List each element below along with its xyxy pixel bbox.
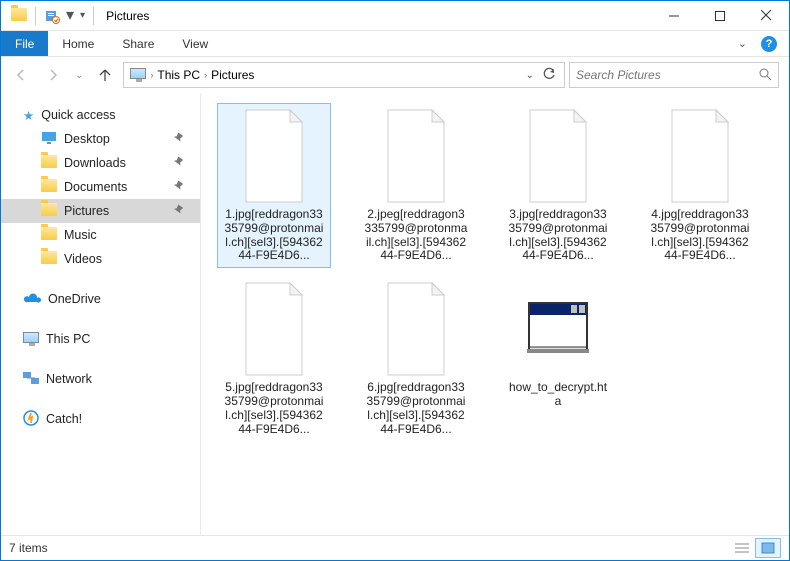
chevron-right-icon[interactable]: › [148,70,155,80]
sidebar-item-network[interactable]: Network [1,367,200,391]
tab-file[interactable]: File [1,31,48,56]
file-icon [231,108,317,204]
status-count: 7 items [9,541,48,555]
file-icon [657,108,743,204]
file-item[interactable]: 5.jpg[reddragon3335799@protonmail.ch][se… [217,276,331,441]
sidebar-item-onedrive[interactable]: OneDrive [1,287,200,311]
breadcrumb-dropdown-icon[interactable]: ⌄ [526,70,534,81]
qat-overflow-icon[interactable]: ▾ [80,10,85,21]
sidebar-item-downloads[interactable]: Downloads [1,151,200,175]
maximize-button[interactable] [697,1,743,31]
sidebar-item-desktop[interactable]: Desktop [1,127,200,151]
back-button[interactable] [7,61,35,89]
file-name: 1.jpg[reddragon3335799@protonmail.ch][se… [222,208,326,263]
file-icon [515,281,601,377]
folder-icon [41,251,57,267]
sidebar-item-label: Network [46,372,92,386]
search-input[interactable] [569,62,779,88]
folder-icon [11,8,27,24]
file-name: 6.jpg[reddragon3335799@protonmail.ch][se… [364,381,468,436]
sidebar-item-thispc[interactable]: This PC [1,327,200,351]
sidebar-item-label: This PC [46,332,90,346]
search-field[interactable] [576,68,758,82]
file-item[interactable]: 3.jpg[reddragon3335799@protonmail.ch][se… [501,103,615,268]
search-icon[interactable] [758,67,772,84]
sidebar-item-catch[interactable]: Catch! [1,407,200,431]
properties-icon[interactable] [44,8,60,24]
pin-icon [169,203,185,219]
file-item[interactable]: 6.jpg[reddragon3335799@protonmail.ch][se… [359,276,473,441]
titlebar: ▾ ▾ Pictures [1,1,789,31]
file-list[interactable]: 1.jpg[reddragon3335799@protonmail.ch][se… [201,93,789,535]
catch-icon [23,410,39,429]
statusbar: 7 items [1,535,789,560]
close-button[interactable] [743,1,789,31]
sidebar-item-music[interactable]: Music [1,223,200,247]
folder-icon [41,227,57,243]
sidebar-item-label: OneDrive [48,292,101,306]
folder-icon [41,155,57,171]
breadcrumb-pictures[interactable]: Pictures [209,68,256,82]
thumbnails-view-button[interactable] [755,538,781,558]
file-item[interactable]: 1.jpg[reddragon3335799@protonmail.ch][se… [217,103,331,268]
tab-share[interactable]: Share [108,31,168,56]
sidebar-item-label: Downloads [64,156,126,170]
folder-icon [41,179,57,195]
file-icon [373,281,459,377]
sidebar-item-videos[interactable]: Videos [1,247,200,271]
file-name: 5.jpg[reddragon3335799@protonmail.ch][se… [222,381,326,436]
file-item[interactable]: how_to_decrypt.hta [501,276,615,441]
tab-view[interactable]: View [168,31,222,56]
details-view-button[interactable] [729,538,755,558]
file-name: how_to_decrypt.hta [506,381,610,409]
sidebar-item-documents[interactable]: Documents [1,175,200,199]
cloud-icon [23,292,41,307]
window-title: Pictures [100,9,155,23]
sidebar-item-label: Videos [64,252,102,266]
pc-icon [130,68,146,82]
star-icon: ★ [23,108,34,123]
up-button[interactable] [91,61,119,89]
pc-icon [23,332,39,346]
ribbon: File Home Share View ⌄ ? [1,31,789,57]
file-item[interactable]: 2.jpeg[reddragon3335799@protonmail.ch][s… [359,103,473,268]
help-icon[interactable]: ? [761,36,777,52]
ribbon-expand-icon[interactable]: ⌄ [738,37,747,50]
sidebar: ★ Quick access Desktop Downloads Documents… [1,93,201,535]
pin-icon [169,179,185,195]
sidebar-item-label: Pictures [64,204,109,218]
address-row: ⌄ › This PC › Pictures ⌄ [1,57,789,93]
file-item[interactable]: 4.jpg[reddragon3335799@protonmail.ch][se… [643,103,757,268]
sidebar-quick-access[interactable]: ★ Quick access [1,103,200,127]
sidebar-item-label: Desktop [64,132,110,146]
forward-button[interactable] [39,61,67,89]
breadcrumb-thispc[interactable]: This PC [155,68,202,82]
sidebar-label: Quick access [41,108,115,122]
sidebar-item-label: Documents [64,180,127,194]
recent-locations-icon[interactable]: ⌄ [71,70,87,81]
chevron-right-icon[interactable]: › [202,70,209,80]
minimize-button[interactable] [651,1,697,31]
folder-icon [41,203,57,219]
pin-icon [169,131,185,147]
sidebar-item-pictures[interactable]: Pictures [1,199,200,223]
breadcrumb[interactable]: › This PC › Pictures ⌄ [123,62,565,88]
file-name: 2.jpeg[reddragon3335799@protonmail.ch][s… [364,208,468,263]
file-icon [373,108,459,204]
sidebar-item-label: Music [64,228,97,242]
folder-icon [41,131,57,148]
sidebar-item-label: Catch! [46,412,82,426]
file-icon [515,108,601,204]
tab-home[interactable]: Home [48,31,108,56]
file-name: 4.jpg[reddragon3335799@protonmail.ch][se… [648,208,752,263]
qat-dropdown-icon[interactable]: ▾ [66,8,74,24]
file-icon [231,281,317,377]
pin-icon [169,155,185,171]
file-name: 3.jpg[reddragon3335799@protonmail.ch][se… [506,208,610,263]
network-icon [23,371,39,388]
refresh-icon[interactable] [542,67,556,84]
